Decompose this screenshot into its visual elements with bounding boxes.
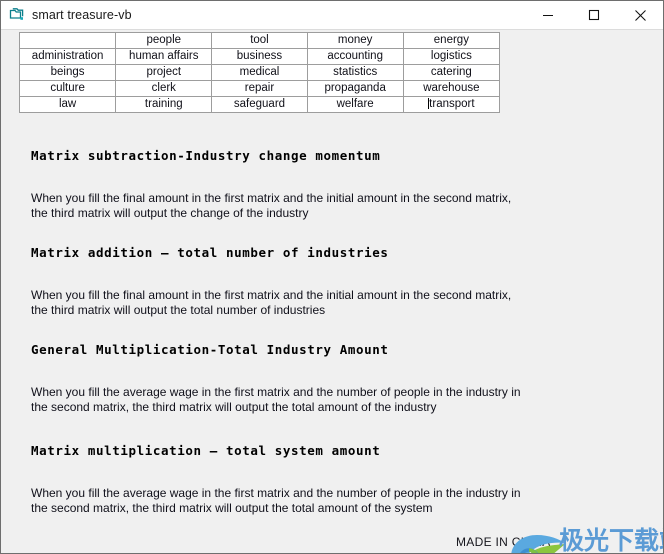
section-body: When you fill the final amount in the fi… — [31, 191, 512, 220]
grid-cell[interactable]: human affairs — [115, 48, 213, 65]
table-row[interactable]: administration human affairs business ac… — [18, 48, 501, 65]
grid-cell[interactable]: logistics — [402, 48, 501, 65]
close-button[interactable] — [617, 1, 663, 29]
section-matrix-subtraction: Matrix subtraction-Industry change momen… — [31, 148, 551, 221]
minimize-button[interactable] — [525, 1, 571, 29]
client-area: people tool money energy administration … — [1, 30, 663, 553]
table-row[interactable]: beings project medical statistics cateri… — [18, 64, 501, 81]
grid-cell[interactable]: training — [115, 96, 213, 113]
grid-cell[interactable]: warehouse — [402, 80, 501, 97]
grid-cell[interactable]: accounting — [306, 48, 404, 65]
industry-grid[interactable]: people tool money energy administration … — [18, 32, 501, 113]
section-heading: Matrix subtraction-Industry change momen… — [31, 148, 381, 163]
section-general-multiplication: General Multiplication-Total Industry Am… — [31, 342, 551, 415]
grid-cell[interactable]: beings — [18, 64, 117, 81]
grid-cell[interactable]: medical — [211, 64, 308, 81]
window-controls — [525, 1, 663, 29]
section-body: When you fill the average wage in the fi… — [31, 385, 521, 414]
grid-cell[interactable]: repair — [211, 80, 308, 97]
grid-cell[interactable]: safeguard — [211, 96, 308, 113]
table-row[interactable]: people tool money energy — [18, 32, 501, 49]
grid-cell-active[interactable]: transport — [402, 96, 501, 113]
maximize-icon — [588, 9, 600, 21]
grid-cell[interactable]: clerk — [115, 80, 213, 97]
section-heading: General Multiplication-Total Industry Am… — [31, 342, 389, 357]
help-document: Matrix subtraction-Industry change momen… — [31, 148, 551, 516]
grid-cell[interactable]: law — [18, 96, 117, 113]
minimize-icon — [543, 15, 553, 16]
section-heading: Matrix addition — total number of indust… — [31, 245, 389, 260]
section-body: When you fill the final amount in the fi… — [31, 288, 512, 317]
grid-cell[interactable]: welfare — [306, 96, 404, 113]
grid-cell[interactable]: money — [306, 32, 404, 49]
industry-grid-container: people tool money energy administration … — [18, 32, 501, 113]
title-bar: smart treasure-vb — [1, 1, 663, 30]
grid-cell[interactable]: tool — [211, 32, 308, 49]
section-matrix-addition: Matrix addition — total number of indust… — [31, 245, 551, 318]
watermark-brand: 极光下载站 — [559, 526, 663, 554]
grid-cell[interactable]: people — [115, 32, 213, 49]
close-icon — [634, 9, 646, 21]
made-in-china-label: MADE IN CHINA — [456, 535, 551, 549]
window-title: smart treasure-vb — [32, 8, 132, 22]
grid-cell-value: transport — [429, 98, 475, 110]
grid-cell[interactable]: propaganda — [306, 80, 404, 97]
vb-form-icon — [9, 8, 24, 20]
grid-cell[interactable] — [18, 32, 117, 49]
section-heading: Matrix multiplication — total system amo… — [31, 443, 381, 458]
grid-cell[interactable]: culture — [18, 80, 117, 97]
table-row[interactable]: culture clerk repair propaganda warehous… — [18, 80, 501, 97]
grid-cell[interactable]: business — [211, 48, 308, 65]
app-window: smart treasure-vb people tool money ener… — [0, 0, 664, 554]
grid-cell[interactable]: catering — [402, 64, 501, 81]
maximize-button[interactable] — [571, 1, 617, 29]
table-row[interactable]: law training safeguard welfare transport — [18, 96, 501, 113]
grid-cell[interactable]: administration — [18, 48, 117, 65]
grid-cell[interactable]: project — [115, 64, 213, 81]
grid-cell[interactable]: statistics — [306, 64, 404, 81]
grid-cell[interactable]: energy — [402, 32, 501, 49]
section-matrix-multiplication: Matrix multiplication — total system amo… — [31, 443, 551, 516]
section-body: When you fill the average wage in the fi… — [31, 486, 521, 515]
